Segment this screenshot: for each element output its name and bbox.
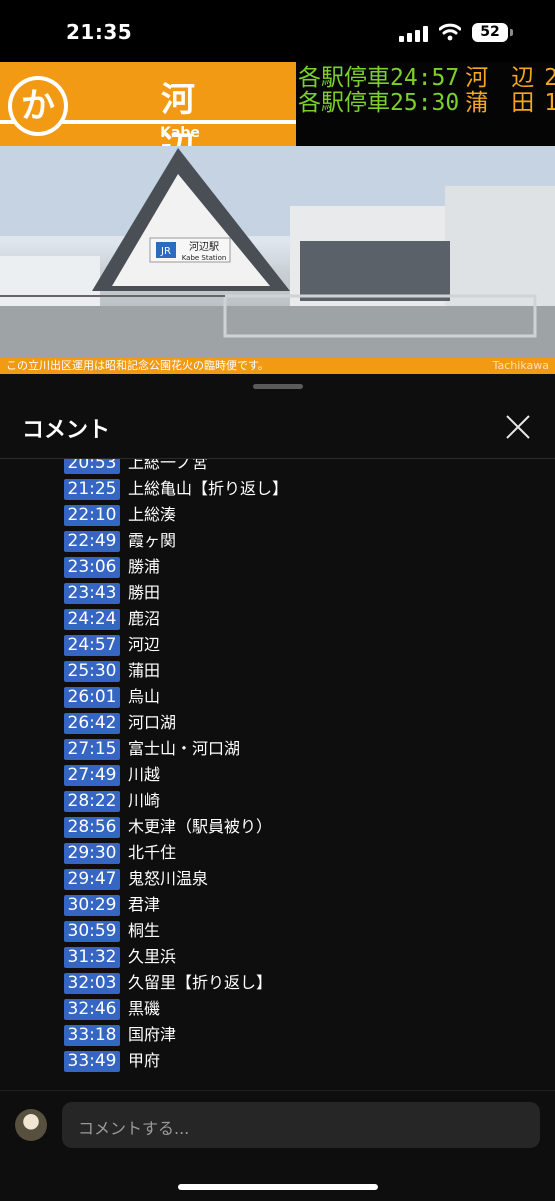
stop-name: 木更津（駅員被り） — [128, 817, 273, 836]
timestamp-badge[interactable]: 29:47 — [64, 869, 120, 890]
status-time: 21:35 — [66, 20, 133, 44]
timestamp-badge[interactable]: 30:59 — [64, 921, 120, 942]
timestamp-badge[interactable]: 26:42 — [64, 713, 120, 734]
status-bar: 21:35 52 — [0, 0, 555, 62]
timestamp-badge[interactable]: 26:01 — [64, 687, 120, 708]
stop-name: 川越 — [128, 765, 161, 784]
stop-name: 上総一ノ宮 — [128, 459, 209, 472]
battery-icon: 52 — [472, 23, 513, 42]
stop-name: 久留里【折り返し】 — [128, 973, 273, 992]
stop-name: 勝浦 — [128, 557, 161, 576]
station-roman-name: Kabe — [160, 125, 200, 141]
timestamp-badge[interactable]: 33:49 — [64, 1051, 120, 1072]
stop-name: 君津 — [128, 895, 161, 914]
jr-logo: JR — [160, 246, 171, 257]
departure-destination: 蒲 田 — [465, 90, 535, 116]
stop-name: 久里浜 — [128, 947, 177, 966]
stop-name: 河辺 — [128, 635, 161, 654]
avatar — [15, 1109, 47, 1141]
timestamp-badge[interactable]: 20:53 — [64, 459, 120, 474]
departure-track: 2 — [544, 65, 555, 91]
stop-name: 上総湊 — [128, 505, 177, 524]
stop-name: 烏山 — [128, 687, 161, 706]
timestamp-badge[interactable]: 29:30 — [64, 843, 120, 864]
departure-time: 24:57 — [390, 65, 460, 91]
station-sign-roman: Kabe Station — [182, 254, 227, 262]
stop-name: 霞ヶ関 — [128, 531, 177, 550]
timestamp-badge[interactable]: 28:56 — [64, 817, 120, 838]
stop-name: 北千住 — [128, 843, 177, 862]
cellular-signal-icon — [399, 26, 428, 42]
stop-name: 甲府 — [128, 1051, 161, 1070]
channel-watermark: Tachikawa — [492, 359, 549, 372]
stop-name: 河口湖 — [128, 713, 177, 732]
departure-type: 各駅停車 — [298, 90, 390, 116]
stop-name: 富士山・河口湖 — [128, 739, 241, 758]
close-icon[interactable] — [503, 412, 533, 442]
stop-name: 黒磯 — [128, 999, 161, 1018]
timestamp-badge[interactable]: 22:49 — [64, 531, 120, 552]
stop-name: 勝田 — [128, 583, 161, 602]
timestamp-badge[interactable]: 24:24 — [64, 609, 120, 630]
video-player[interactable]: か 河 辺 Kabe 各駅停車24:57河 辺 2 各駅停車25:30蒲 田 1 J… — [0, 62, 555, 374]
stop-name: 桐生 — [128, 921, 161, 940]
timestamp-badge[interactable]: 21:25 — [64, 479, 120, 500]
home-indicator[interactable] — [178, 1184, 378, 1190]
station-sign-name: 河辺駅 — [189, 241, 219, 253]
timestamp-badge[interactable]: 28:22 — [64, 791, 120, 812]
timestamp-badge[interactable]: 30:29 — [64, 895, 120, 916]
departure-time: 25:30 — [390, 90, 460, 116]
sheet-drag-handle[interactable] — [253, 384, 303, 389]
departure-row: 各駅停車24:57 河 辺 2 — [298, 66, 555, 91]
departure-type: 各駅停車 — [298, 65, 390, 91]
stop-name: 蒲田 — [128, 661, 161, 680]
timestamp-badge[interactable]: 32:46 — [64, 999, 120, 1020]
line-badge: か — [8, 76, 68, 136]
departure-board: 各駅停車24:57 河 辺 2 各駅停車25:30 蒲 田 1 — [296, 62, 555, 146]
timestamp-badge[interactable]: 22:10 — [64, 505, 120, 526]
timestamp-badge[interactable]: 27:15 — [64, 739, 120, 760]
news-ticker: この立川出区運用は昭和記念公園花火の臨時便です。 — [0, 358, 555, 374]
stop-name: 鬼怒川温泉 — [128, 869, 209, 888]
timestamp-badge[interactable]: 27:49 — [64, 765, 120, 786]
timestamp-badge[interactable]: 33:18 — [64, 1025, 120, 1046]
comment-input-placeholder: コメントする... — [78, 1119, 190, 1138]
station-photo: JR 河辺駅 Kabe Station — [0, 146, 555, 358]
station-building-illustration: JR 河辺駅 Kabe Station — [0, 146, 555, 358]
timestamp-badge[interactable]: 32:03 — [64, 973, 120, 994]
timestamp-badge[interactable]: 24:57 — [64, 635, 120, 656]
departure-destination: 河 辺 — [465, 65, 535, 91]
comment-input[interactable]: コメントする... — [62, 1102, 540, 1148]
stop-name: 川崎 — [128, 791, 161, 810]
timestamp-badge[interactable]: 23:06 — [64, 557, 120, 578]
timestamp-badge[interactable]: 23:43 — [64, 583, 120, 604]
stop-name: 国府津 — [128, 1025, 177, 1044]
departure-track: 1 — [544, 90, 555, 116]
stop-name: 上総亀山【折り返し】 — [128, 479, 289, 498]
stop-name: 鹿沼 — [128, 609, 161, 628]
timestamp-badge[interactable]: 31:32 — [64, 947, 120, 968]
departure-row: 各駅停車25:30 蒲 田 1 — [298, 91, 555, 116]
wifi-icon — [439, 23, 461, 41]
comment-scroll-area[interactable]: 20:53 上総一ノ宮 21:25 上総亀山【折り返し】 22:10 上総湊 22:49 霞ヶ… — [0, 459, 555, 1090]
line-symbol: か — [12, 80, 64, 132]
comments-title: コメント — [22, 418, 111, 443]
timestamp-badge[interactable]: 25:30 — [64, 661, 120, 682]
